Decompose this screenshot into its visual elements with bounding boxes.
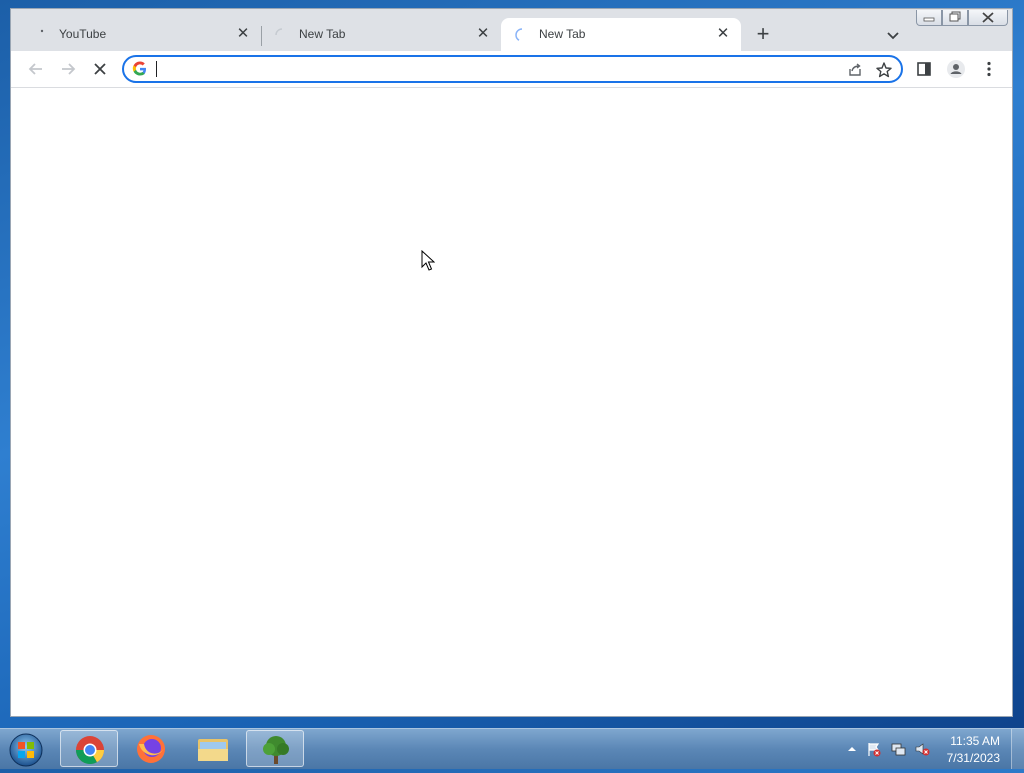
action-center-flag-icon[interactable] bbox=[866, 741, 882, 757]
taskbar: 11:35 AM 7/31/2023 bbox=[0, 728, 1024, 769]
tab-new-tab-active[interactable]: New Tab ✕ bbox=[501, 18, 741, 51]
tab-title: New Tab bbox=[299, 27, 346, 41]
stop-loading-icon[interactable] bbox=[90, 59, 110, 79]
firefox-icon bbox=[137, 735, 165, 763]
minimize-button[interactable] bbox=[916, 10, 942, 26]
browser-window: YouTube ✕ New Tab ✕ New Tab ✕ + bbox=[10, 8, 1013, 717]
minimize-icon bbox=[923, 17, 935, 22]
loading-spinner-icon bbox=[275, 28, 283, 36]
close-window-icon bbox=[982, 12, 994, 23]
text-caret bbox=[156, 61, 157, 77]
forward-arrow-icon[interactable] bbox=[58, 59, 78, 79]
mouse-cursor-icon bbox=[421, 250, 435, 271]
back-arrow-icon[interactable] bbox=[26, 59, 46, 79]
restore-button[interactable] bbox=[942, 10, 968, 26]
new-tab-button[interactable]: + bbox=[751, 23, 775, 47]
show-desktop-button[interactable] bbox=[1011, 729, 1024, 769]
folder-icon bbox=[198, 739, 228, 761]
taskbar-chrome[interactable] bbox=[60, 730, 118, 767]
restore-icon bbox=[949, 11, 961, 22]
share-icon[interactable] bbox=[847, 62, 863, 78]
tree-icon bbox=[263, 736, 289, 764]
tab-search-chevron-icon[interactable] bbox=[883, 26, 903, 46]
side-panel-icon[interactable] bbox=[914, 59, 934, 79]
clock-date[interactable]: 7/31/2023 bbox=[920, 751, 1000, 765]
tab-new-tab[interactable]: New Tab ✕ bbox=[261, 18, 501, 51]
google-g-icon bbox=[132, 61, 146, 76]
address-bar[interactable] bbox=[122, 55, 903, 83]
close-tab-icon[interactable]: ✕ bbox=[715, 26, 731, 42]
tab-strip: YouTube ✕ New Tab ✕ New Tab ✕ + bbox=[11, 9, 1012, 51]
chrome-icon bbox=[76, 736, 104, 764]
clock-time[interactable]: 11:35 AM bbox=[920, 734, 1000, 748]
browser-toolbar bbox=[11, 51, 1012, 88]
system-tray: 11:35 AM 7/31/2023 bbox=[840, 729, 1024, 769]
loading-dot-icon bbox=[40, 29, 44, 33]
taskbar-tree-app[interactable] bbox=[246, 730, 304, 767]
tab-title: New Tab bbox=[539, 27, 586, 41]
more-menu-icon[interactable] bbox=[979, 59, 999, 79]
start-button[interactable] bbox=[6, 731, 46, 767]
address-input[interactable] bbox=[154, 60, 838, 80]
tab-youtube[interactable]: YouTube ✕ bbox=[21, 18, 261, 51]
profile-avatar-icon[interactable] bbox=[946, 59, 966, 79]
show-hidden-icons-arrow-icon[interactable] bbox=[844, 741, 860, 757]
taskbar-explorer[interactable] bbox=[184, 730, 242, 767]
loading-spinner-icon bbox=[515, 28, 523, 41]
network-icon[interactable] bbox=[890, 741, 906, 757]
page-content[interactable] bbox=[11, 88, 1012, 716]
close-tab-icon[interactable]: ✕ bbox=[235, 26, 251, 42]
taskbar-firefox[interactable] bbox=[122, 730, 180, 767]
close-window-button[interactable] bbox=[968, 10, 1008, 26]
bookmark-star-icon[interactable] bbox=[875, 61, 893, 79]
tab-title: YouTube bbox=[59, 27, 107, 41]
close-tab-icon[interactable]: ✕ bbox=[475, 26, 491, 42]
